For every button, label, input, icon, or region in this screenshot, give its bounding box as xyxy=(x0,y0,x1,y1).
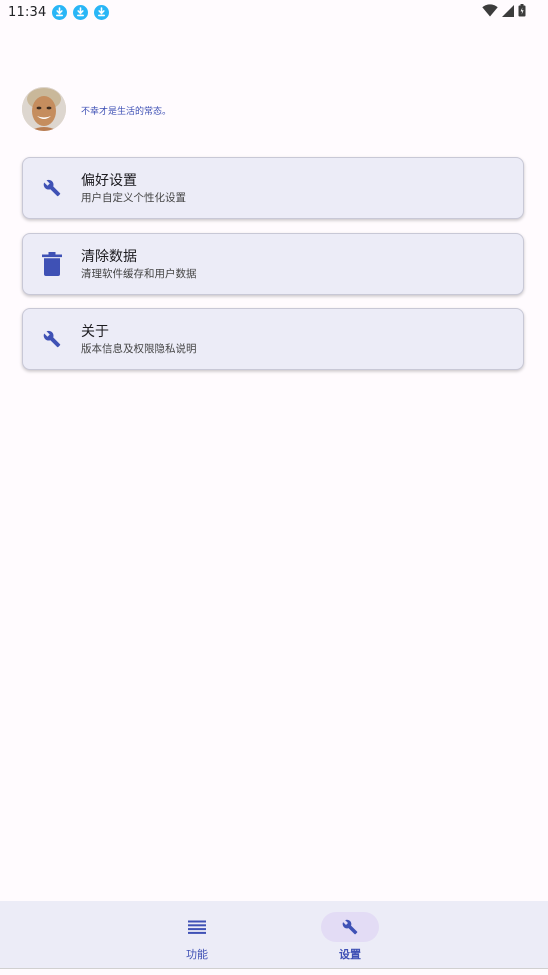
card-subtitle: 用户自定义个性化设置 xyxy=(81,191,186,204)
wrench-icon xyxy=(23,330,81,348)
bottom-nav: 功能 设置 xyxy=(0,901,548,968)
status-bar: 11:34 xyxy=(0,0,548,24)
wrench-icon xyxy=(23,179,81,197)
signal-icon xyxy=(502,4,514,17)
preferences-card[interactable]: 偏好设置 用户自定义个性化设置 xyxy=(22,157,524,219)
menu-icon xyxy=(188,920,206,934)
download-icon xyxy=(73,4,89,20)
nav-item-settings[interactable]: 设置 xyxy=(295,901,405,968)
card-title: 关于 xyxy=(81,323,109,340)
nav-label: 设置 xyxy=(339,948,361,961)
download-icon xyxy=(94,4,110,20)
card-subtitle: 清理软件缓存和用户数据 xyxy=(81,267,197,280)
avatar[interactable] xyxy=(22,87,66,131)
profile-motto: 不幸才是生活的常态。 xyxy=(81,106,172,117)
nav-label: 功能 xyxy=(186,948,208,961)
card-title: 偏好设置 xyxy=(81,172,137,189)
battery-icon xyxy=(518,4,526,17)
download-icon xyxy=(52,4,68,20)
profile-header: 不幸才是生活的常态。 xyxy=(22,87,171,131)
about-card[interactable]: 关于 版本信息及权限隐私说明 xyxy=(22,308,524,370)
card-title: 清除数据 xyxy=(81,248,137,265)
nav-indicator xyxy=(168,912,226,942)
status-time: 11:34 xyxy=(8,4,47,20)
clear-data-card[interactable]: 清除数据 清理软件缓存和用户数据 xyxy=(22,233,524,295)
wrench-icon xyxy=(342,919,358,935)
trash-icon xyxy=(23,252,81,276)
card-subtitle: 版本信息及权限隐私说明 xyxy=(81,342,197,355)
wifi-icon xyxy=(482,4,498,17)
nav-indicator xyxy=(321,912,379,942)
nav-item-functions[interactable]: 功能 xyxy=(142,901,252,968)
status-right-icons xyxy=(482,4,526,17)
